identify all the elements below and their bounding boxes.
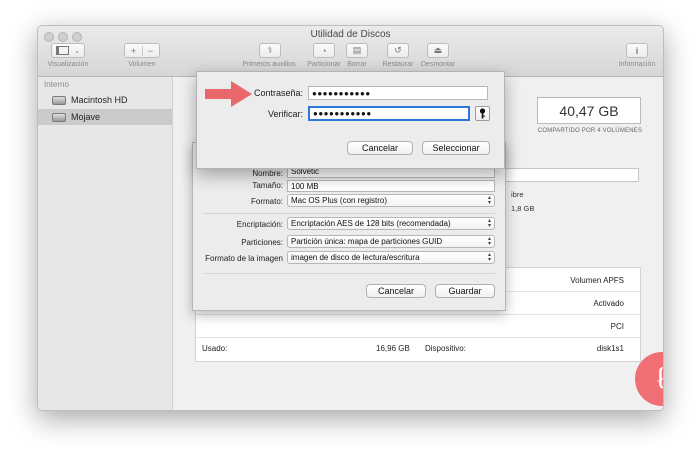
used-label: Usado: [202, 344, 228, 353]
restore-icon: ↺ [394, 45, 402, 55]
erase-icon: ▤ [352, 45, 362, 55]
table-row: Usado: 16,96 GB Dispositivo: disk1s1 [196, 337, 640, 360]
hard-disk-icon [52, 95, 66, 105]
verify-label: Verificar: [267, 109, 303, 119]
format-popup[interactable]: Mac OS Plus (con registro) ▴ ▾ [287, 194, 495, 207]
capacity-value: 40,47 GB [559, 102, 619, 119]
chevron-down-icon: ⌄ [74, 47, 80, 55]
table-cell-value: PCI [610, 322, 624, 331]
size-field[interactable]: 100 MB [287, 180, 495, 192]
partition-label: Particionar [307, 61, 341, 68]
password-assistant-button[interactable] [475, 106, 490, 121]
name-label: Nombre: [252, 169, 283, 178]
volume-disk-icon [52, 112, 66, 122]
sidebar-view-icon [56, 46, 70, 55]
updown-arrows-icon: ▴ ▾ [487, 236, 491, 247]
add-volume-icon[interactable]: + [126, 45, 143, 56]
sidebar-item-label: Mojave [71, 112, 101, 122]
volume-label: Volumen [128, 61, 156, 68]
table-cell-value: Volumen APFS [570, 276, 624, 285]
partitions-value: Partición única: mapa de particiones GUI… [291, 237, 443, 246]
titlebar: Utilidad de Discos ⌄ Visualización + − V… [38, 26, 663, 77]
divider [203, 213, 495, 214]
encryption-value: Encriptación AES de 128 bits (recomendad… [291, 219, 451, 228]
divider [203, 273, 495, 274]
select-button[interactable]: Seleccionar [422, 141, 490, 155]
encryption-label: Encriptación: [236, 220, 283, 229]
window-title: Utilidad de Discos [310, 29, 391, 40]
stethoscope-icon: ⚕ [267, 45, 273, 55]
save-button[interactable]: Guardar [435, 284, 495, 298]
size-label: Tamaño: [252, 181, 283, 190]
capacity-subtitle: COMPARTIDO POR 4 VOLÚMENES [537, 128, 643, 134]
partition-button[interactable]: ◔ [313, 43, 335, 58]
updown-arrows-icon: ▴ ▾ [487, 218, 491, 229]
capacity-box: 40,47 GB [537, 97, 641, 124]
eject-icon: ⏏ [433, 45, 443, 55]
verify-field[interactable]: ●●●●●●●●●●● [308, 106, 470, 121]
background-field [504, 168, 639, 182]
pie-chart-icon: ◔ [321, 45, 327, 56]
sidebar-header: Interno [44, 80, 69, 89]
first-aid-button[interactable]: ⚕ [259, 43, 281, 58]
cancel-button[interactable]: Cancelar [347, 141, 413, 155]
table-cell-value: Activado [593, 299, 624, 308]
device-label: Dispositivo: [425, 344, 466, 353]
annotation-arrow-icon [205, 81, 252, 107]
unmount-label: Desmontar [420, 61, 456, 68]
image-format-value: imagen de disco de lectura/escritura [291, 253, 420, 262]
password-field[interactable]: ●●●●●●●●●●● [308, 86, 488, 100]
updown-arrows-icon: ▴ ▾ [487, 252, 491, 263]
partitions-popup[interactable]: Partición única: mapa de particiones GUI… [287, 235, 495, 248]
erase-button[interactable]: ▤ [346, 43, 368, 58]
cancel-button[interactable]: Cancelar [366, 284, 426, 298]
info-label: Información [618, 61, 656, 68]
encryption-popup[interactable]: Encriptación AES de 128 bits (recomendad… [287, 217, 495, 230]
updown-arrows-icon: ▴ ▾ [487, 195, 491, 206]
key-icon [479, 108, 486, 119]
volume-buttons: + − [124, 43, 160, 58]
restore-label: Restaurar [382, 61, 414, 68]
partitions-label: Particiones: [241, 238, 283, 247]
erase-label: Borrar [347, 61, 367, 68]
sidebar-item-mojave[interactable]: Mojave [38, 109, 172, 125]
info-icon: i [635, 45, 639, 56]
used-value: 16,96 GB [376, 344, 410, 353]
info-button[interactable]: i [626, 43, 648, 58]
device-value: disk1s1 [596, 344, 624, 353]
table-row: PCI [196, 314, 640, 338]
sidebar-item-macintosh-hd[interactable]: Macintosh HD [38, 92, 172, 108]
format-label: Formato: [250, 197, 283, 206]
image-format-popup[interactable]: imagen de disco de lectura/escritura ▴ ▾ [287, 251, 495, 264]
image-format-label: Formato de la imagen [205, 254, 283, 263]
first-aid-label: Primeros auxilios [242, 61, 296, 68]
free-label-fragment: ibre [511, 190, 524, 199]
free-value-fragment: 1,8 GB [511, 204, 535, 213]
restore-button[interactable]: ↺ [387, 43, 409, 58]
sidebar: Interno Macintosh HD Mojave [38, 77, 173, 410]
remove-volume-icon[interactable]: − [143, 46, 159, 56]
sidebar-item-label: Macintosh HD [71, 95, 128, 105]
format-value: Mac OS Plus (con registro) [291, 196, 388, 205]
unmount-button[interactable]: ⏏ [427, 43, 449, 58]
view-button[interactable]: ⌄ [51, 43, 85, 58]
view-label: Visualización [47, 61, 89, 68]
